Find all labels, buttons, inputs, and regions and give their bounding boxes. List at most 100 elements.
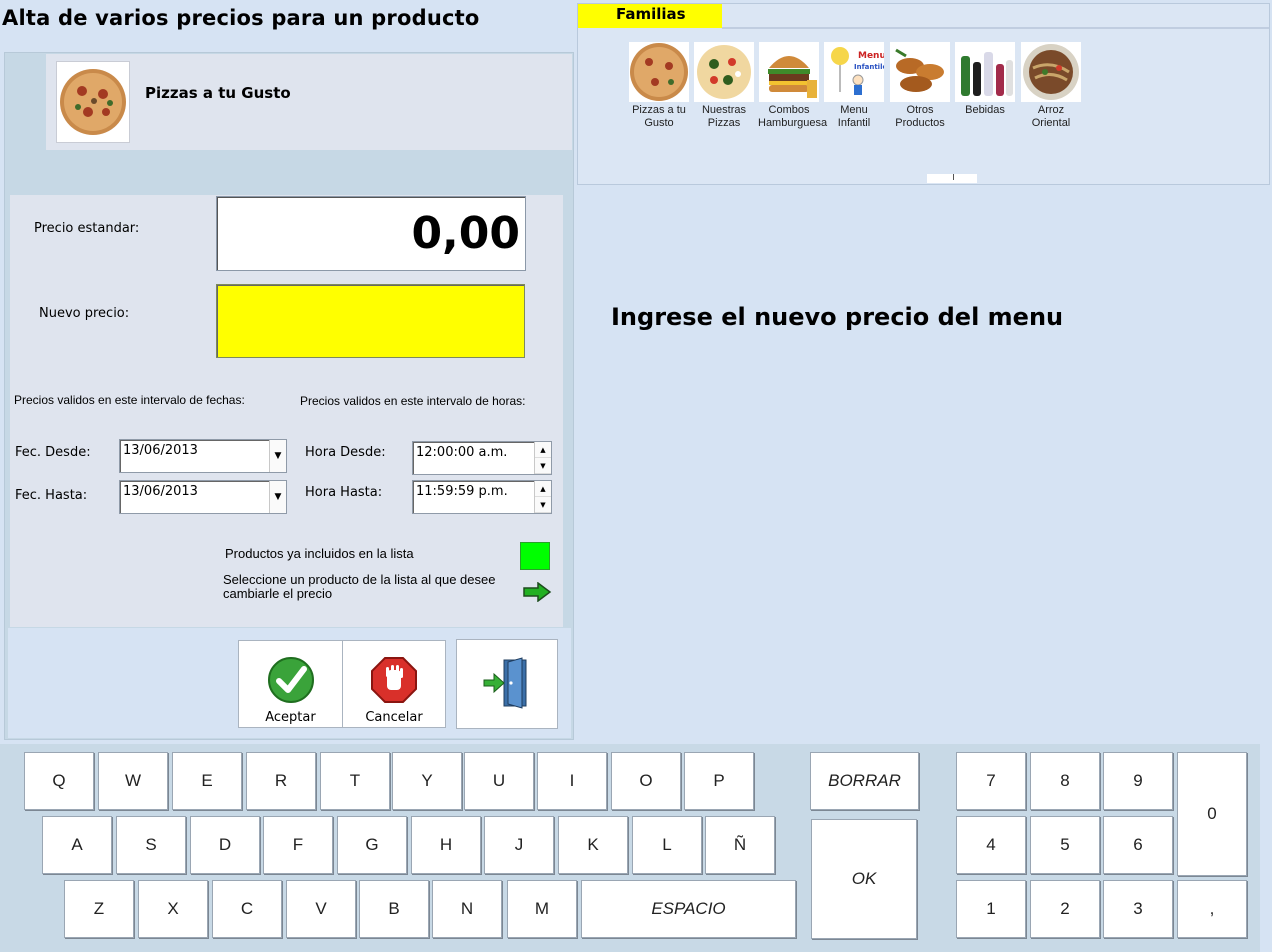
- fec-desde-value: 13/06/2013: [123, 443, 198, 458]
- key-v[interactable]: V: [286, 880, 356, 938]
- family-label-line1: Otros: [906, 104, 934, 116]
- hora-hasta-label: Hora Hasta:: [305, 485, 383, 500]
- chevron-down-icon[interactable]: ▼: [269, 440, 286, 472]
- hora-desde-label: Hora Desde:: [305, 445, 386, 460]
- family-label-line2: Gusto: [644, 117, 674, 129]
- fec-hasta-label: Fec. Hasta:: [15, 488, 88, 503]
- salir-button[interactable]: [456, 639, 558, 729]
- key-f[interactable]: F: [263, 816, 333, 874]
- family-label-line2: Hamburguesa: [758, 117, 828, 129]
- family-item-combos-hamburguesa[interactable]: Combos Hamburguesa: [758, 42, 828, 130]
- key-n[interactable]: N: [432, 880, 502, 938]
- key-t[interactable]: T: [320, 752, 390, 810]
- families-scrollbar[interactable]: [927, 174, 977, 183]
- key-w[interactable]: W: [98, 752, 168, 810]
- hora-hasta-spinner[interactable]: 11:59:59 p.m. ▲ ▼: [412, 480, 552, 514]
- aceptar-label: Aceptar: [265, 710, 316, 725]
- tab-familias[interactable]: Familias: [578, 4, 722, 28]
- family-item-pizzas-a-tu-gusto[interactable]: Pizzas a tu Gusto: [628, 42, 690, 130]
- pizza-toppings-image: [697, 45, 751, 99]
- horas-caption: Precios validos en este intervalo de hor…: [300, 394, 526, 408]
- key-k[interactable]: K: [558, 816, 628, 874]
- aceptar-button[interactable]: Aceptar: [238, 640, 343, 728]
- key-7[interactable]: 7: [956, 752, 1026, 810]
- key-l[interactable]: L: [632, 816, 702, 874]
- key-comma[interactable]: ,: [1177, 880, 1247, 938]
- key-q[interactable]: Q: [24, 752, 94, 810]
- svg-text:Infantiles: Infantiles: [854, 63, 884, 71]
- page-title: Alta de varios precios para un producto: [2, 6, 480, 30]
- drinks-image: [961, 52, 1013, 96]
- key-g[interactable]: G: [337, 816, 407, 874]
- space-key[interactable]: ESPACIO: [581, 880, 796, 938]
- family-label-line1: Menu: [840, 104, 868, 116]
- spin-down-icon[interactable]: ▼: [535, 458, 551, 474]
- tab-divider: [722, 27, 1269, 29]
- kids-menu-image: Menu Infantiles: [831, 47, 884, 95]
- key-z[interactable]: Z: [64, 880, 134, 938]
- key-o[interactable]: O: [611, 752, 681, 810]
- fechas-caption: Precios validos en este intervalo de fec…: [14, 393, 245, 407]
- fec-desde-label: Fec. Desde:: [15, 445, 91, 460]
- spin-up-icon[interactable]: ▲: [535, 442, 551, 458]
- family-item-menu-infantil[interactable]: Menu Infantiles Menu Infantil: [823, 42, 885, 130]
- ok-key[interactable]: OK: [811, 819, 917, 939]
- pastries-image: [895, 48, 944, 92]
- family-item-arroz-oriental[interactable]: Arroz Oriental: [1020, 42, 1082, 130]
- family-label-line2: Pizzas: [707, 117, 741, 129]
- arrow-right-icon: [523, 582, 552, 602]
- key-u[interactable]: U: [464, 752, 534, 810]
- key-a[interactable]: A: [42, 816, 112, 874]
- key-h[interactable]: H: [411, 816, 481, 874]
- family-label-line2: Oriental: [1031, 117, 1071, 129]
- key-s[interactable]: S: [116, 816, 186, 874]
- cancelar-button[interactable]: Cancelar: [342, 640, 446, 728]
- product-thumbnail: [56, 61, 130, 143]
- key-3[interactable]: 3: [1103, 880, 1173, 938]
- key-e[interactable]: E: [172, 752, 242, 810]
- hint-text: Seleccione un producto de la lista al qu…: [223, 573, 495, 601]
- key-y[interactable]: Y: [392, 752, 462, 810]
- checkmark-icon: [267, 657, 314, 703]
- fec-desde-picker[interactable]: 13/06/2013 ▼: [119, 439, 287, 473]
- family-item-otros-productos[interactable]: Otros Productos: [889, 42, 951, 130]
- key-2[interactable]: 2: [1030, 880, 1100, 938]
- key-p[interactable]: P: [684, 752, 754, 810]
- fec-hasta-picker[interactable]: 13/06/2013 ▼: [119, 480, 287, 514]
- chevron-down-icon[interactable]: ▼: [269, 481, 286, 513]
- family-label-line2: Productos: [895, 117, 945, 129]
- pizza-image: [630, 43, 688, 101]
- hora-desde-spinner[interactable]: 12:00:00 a.m. ▲ ▼: [412, 441, 552, 475]
- key-8[interactable]: 8: [1030, 752, 1100, 810]
- key-9[interactable]: 9: [1103, 752, 1173, 810]
- legend-included-label: Productos ya incluidos en la lista: [225, 546, 414, 561]
- hora-desde-value: 12:00:00 a.m.: [416, 445, 508, 460]
- spin-up-icon[interactable]: ▲: [535, 481, 551, 497]
- key-6[interactable]: 6: [1103, 816, 1173, 874]
- key-0[interactable]: 0: [1177, 752, 1247, 876]
- key-m[interactable]: M: [507, 880, 577, 938]
- key-c[interactable]: C: [212, 880, 282, 938]
- family-label-line1: Bebidas: [965, 104, 1005, 116]
- family-label-line2: Infantil: [837, 117, 871, 129]
- family-item-bebidas[interactable]: Bebidas: [954, 42, 1016, 117]
- spin-down-icon[interactable]: ▼: [535, 497, 551, 513]
- key-1[interactable]: 1: [956, 880, 1026, 938]
- key-4[interactable]: 4: [956, 816, 1026, 874]
- key-d[interactable]: D: [190, 816, 260, 874]
- family-item-nuestras-pizzas[interactable]: Nuestras Pizzas: [693, 42, 755, 130]
- key-5[interactable]: 5: [1030, 816, 1100, 874]
- key-enye[interactable]: Ñ: [705, 816, 775, 874]
- precio-estandar-label: Precio estandar:: [34, 221, 140, 236]
- key-r[interactable]: R: [246, 752, 316, 810]
- key-i[interactable]: I: [537, 752, 607, 810]
- stop-hand-icon: [371, 657, 417, 703]
- key-b[interactable]: B: [359, 880, 429, 938]
- borrar-key[interactable]: BORRAR: [810, 752, 919, 810]
- key-x[interactable]: X: [138, 880, 208, 938]
- family-label-line1: Nuestras: [701, 104, 747, 116]
- key-j[interactable]: J: [484, 816, 554, 874]
- nuevo-precio-field[interactable]: [216, 284, 525, 358]
- hint-line-1: Seleccione un producto de la lista al qu…: [223, 572, 496, 587]
- family-label-line1: Arroz: [1037, 104, 1065, 116]
